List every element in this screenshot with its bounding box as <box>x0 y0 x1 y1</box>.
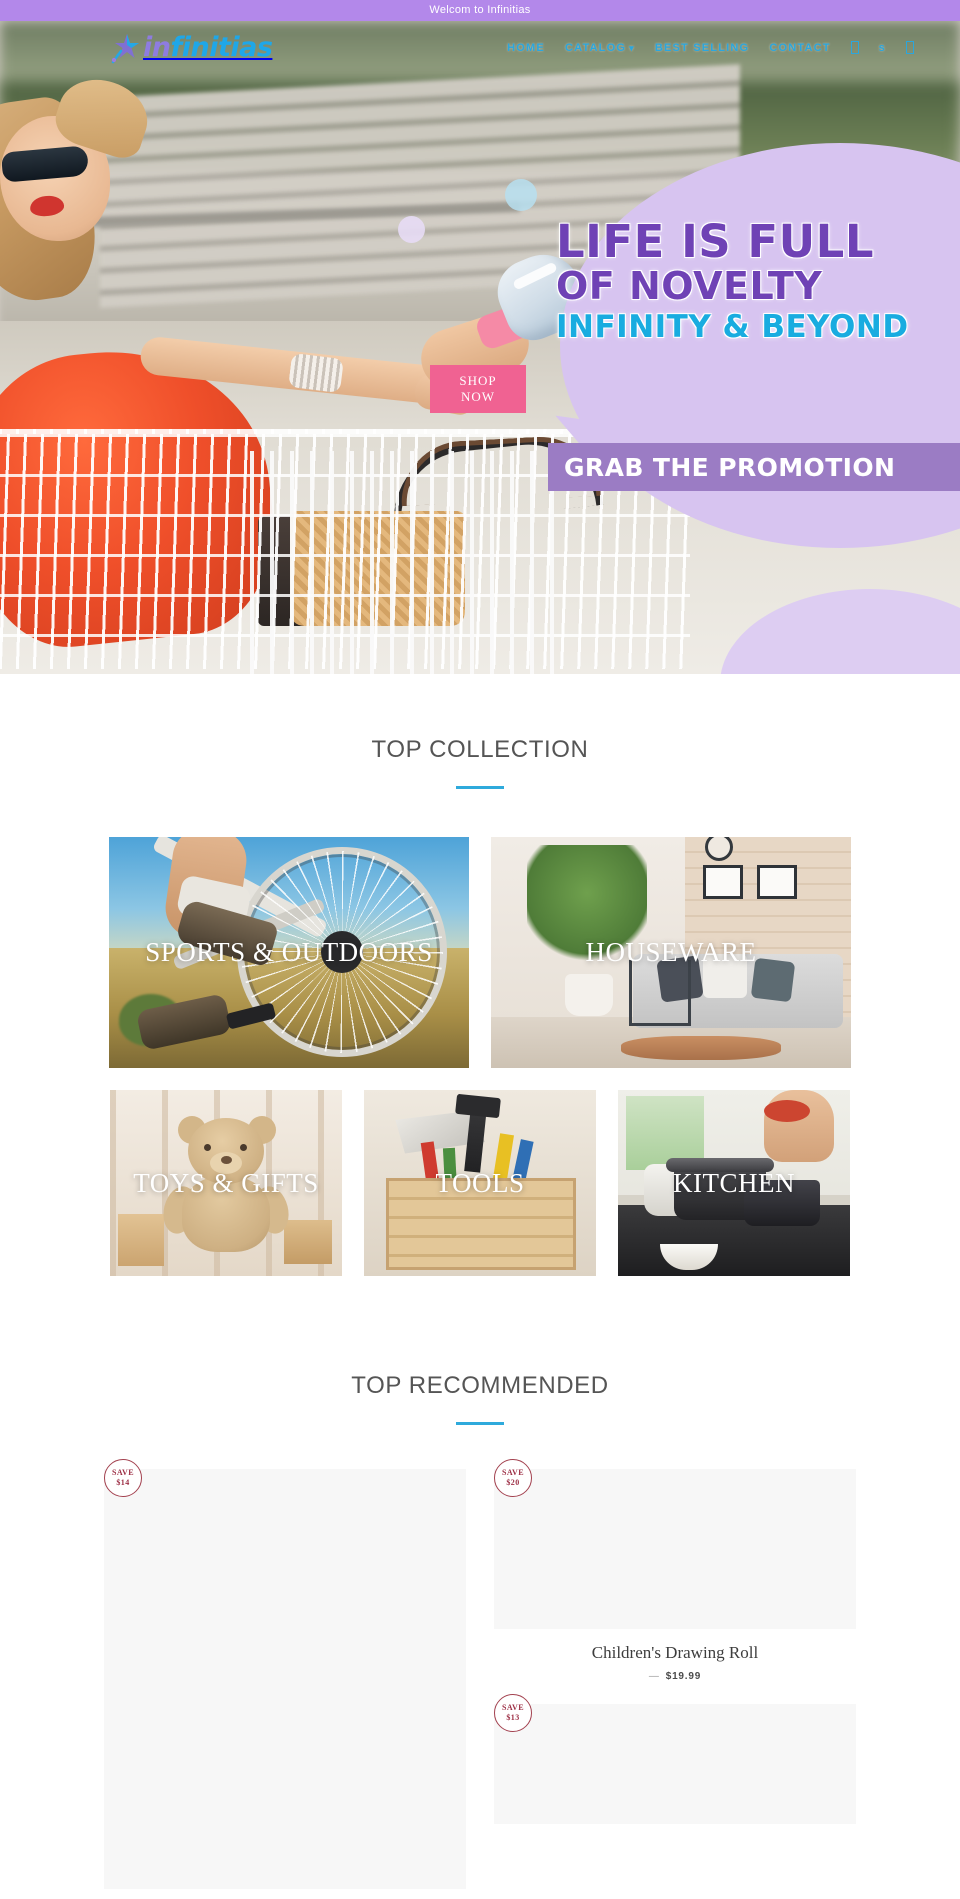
logo-text-part2: finitias <box>170 32 273 63</box>
shop-now-line1: SHOP <box>459 373 497 388</box>
collection-tile-toys-gifts[interactable]: TOYS & GIFTS <box>110 1090 342 1276</box>
save-badge-amount: $13 <box>506 1713 520 1722</box>
collection-grid: SPORTS & OUTDOORS HOUSEWARE TOYS & GIFTS… <box>104 837 856 1276</box>
save-badge-label: SAVE <box>112 1468 134 1477</box>
collection-tile-houseware[interactable]: HOUSEWARE <box>491 837 851 1068</box>
nav-item-best-selling[interactable]: BEST SELLING <box>645 42 759 54</box>
nav-item-home[interactable]: HOME <box>497 42 555 54</box>
top-recommended-underline <box>456 1422 504 1425</box>
top-collection-section: TOP COLLECTION SPORTS & OUTDOORS HOUSEWA… <box>0 674 960 1276</box>
product-card[interactable]: SAVE $20 Children's Drawing Roll — $19.99 <box>494 1459 856 1682</box>
search-icon[interactable] <box>841 41 869 55</box>
product-column-right: SAVE $20 Children's Drawing Roll — $19.99… <box>494 1459 856 1834</box>
hero-headline-line2: OF NOVELTY <box>556 264 823 308</box>
logo-link[interactable]: infinitias <box>108 28 273 68</box>
collection-tile-sports-outdoors[interactable]: SPORTS & OUTDOORS <box>109 837 469 1068</box>
announcement-bar: Welcom to Infinitias <box>0 0 960 21</box>
main-navigation: HOME CATALOG ▾ BEST SELLING CONTACT s <box>497 41 924 55</box>
save-badge-amount: $20 <box>506 1478 520 1487</box>
comet-star-icon <box>108 31 142 65</box>
product-price: — $19.99 <box>494 1671 856 1682</box>
product-card[interactable]: SAVE $13 <box>494 1694 856 1824</box>
product-column-left: SAVE $14 <box>104 1459 466 1899</box>
save-badge-label: SAVE <box>502 1468 524 1477</box>
hero-decoration-dot-blue <box>505 179 537 211</box>
top-recommended-title: TOP RECOMMENDED <box>351 1372 609 1399</box>
product-title: Children's Drawing Roll <box>591 1643 759 1662</box>
hero-headline-group: LIFE IS FULL OF NOVELTY INFINITY & BEYON… <box>556 219 960 347</box>
hero-headline-line3: INFINITY & BEYOND <box>556 309 909 345</box>
collection-tile-tools[interactable]: TOOLS <box>364 1090 596 1276</box>
product-image <box>104 1469 466 1889</box>
nav-item-catalog-label: CATALOG <box>564 42 627 54</box>
logo-text: infinitias <box>143 32 273 63</box>
logo-text-part1: in <box>143 32 171 63</box>
site-header: infinitias HOME CATALOG ▾ BEST SELLING CO… <box>0 21 960 75</box>
cart-icon[interactable] <box>896 41 924 55</box>
product-grid: SAVE $14 SAVE $20 Children's Drawing Rol… <box>104 1459 856 1899</box>
save-badge-amount: $14 <box>116 1478 130 1487</box>
hero-promo-text: GRAB THE PROMOTION <box>564 452 896 482</box>
hero-banner: LIFE IS FULL OF NOVELTY INFINITY & BEYON… <box>0 21 960 674</box>
product-image <box>494 1469 856 1629</box>
collection-tile-kitchen[interactable]: KITCHEN <box>618 1090 850 1276</box>
hero-headline-line1: LIFE IS FULL <box>556 215 875 268</box>
price-dash: — <box>648 1671 660 1682</box>
collection-tile-label: KITCHEN <box>673 1167 795 1198</box>
nav-item-catalog[interactable]: CATALOG ▾ <box>555 42 645 54</box>
save-badge-label: SAVE <box>502 1703 524 1712</box>
collection-tile-label: TOOLS <box>435 1167 525 1198</box>
top-collection-underline <box>456 786 504 789</box>
chevron-down-icon: ▾ <box>629 43 635 53</box>
hero-decoration-dot-lilac <box>398 216 425 243</box>
save-badge: SAVE $20 <box>494 1459 532 1497</box>
currency-icon[interactable]: s <box>869 42 896 54</box>
price-value: $19.99 <box>665 1671 702 1682</box>
save-badge: SAVE $13 <box>494 1694 532 1732</box>
nav-item-contact[interactable]: CONTACT <box>759 42 840 54</box>
hero-promo-bar: GRAB THE PROMOTION <box>548 443 960 491</box>
collection-tile-label: HOUSEWARE <box>585 937 757 967</box>
shop-now-button[interactable]: SHOP NOW <box>430 365 526 413</box>
collection-tile-label: TOYS & GIFTS <box>133 1167 319 1198</box>
shop-now-line2: NOW <box>460 389 496 404</box>
product-image <box>494 1704 856 1824</box>
collection-tile-label: SPORTS & OUTDOORS <box>145 937 433 967</box>
save-badge: SAVE $14 <box>104 1459 142 1497</box>
product-card[interactable]: SAVE $14 <box>104 1459 466 1889</box>
top-recommended-section: TOP RECOMMENDED SAVE $14 SAVE $20 Childr… <box>0 1276 960 1899</box>
top-collection-title: TOP COLLECTION <box>371 736 589 763</box>
